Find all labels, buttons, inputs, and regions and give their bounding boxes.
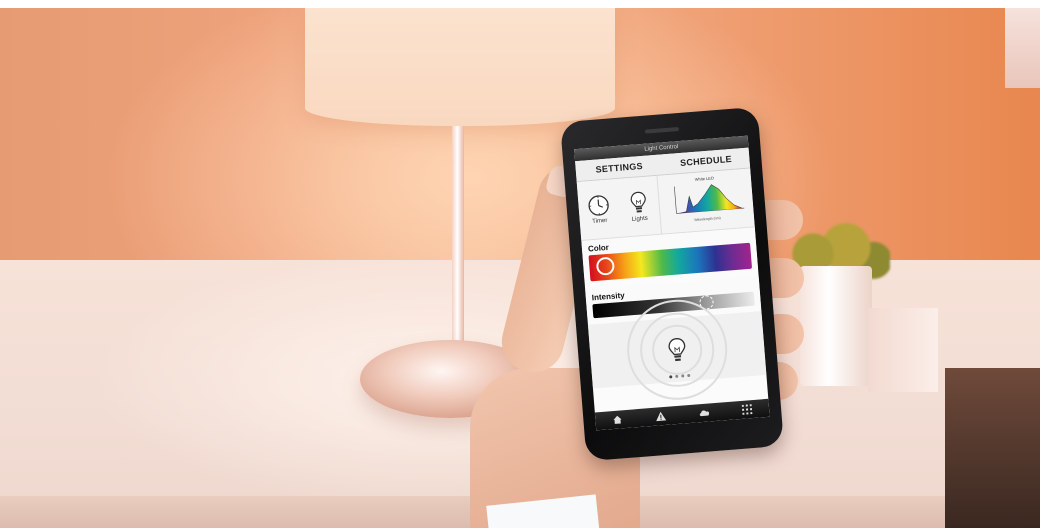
color-slider-knob[interactable] [595,256,616,276]
spectrum-tile[interactable]: White LED Wavelength (nm) [657,169,754,234]
clock-icon [588,195,609,216]
tile-group: Timer Lights [576,175,663,240]
phone-screen: Light Control SETTINGS SCHEDULE Timer Li… [574,135,770,431]
grid-icon[interactable] [741,403,754,416]
phone-speaker [644,126,680,134]
lightbulb-icon[interactable] [666,335,688,364]
page-dot[interactable] [674,374,678,379]
light-toggle-area[interactable] [587,296,767,404]
lightbulb-icon [630,191,646,213]
dark-box [945,368,1040,528]
photo-background: Light Control SETTINGS SCHEDULE Timer Li… [0,8,1040,528]
plant-pot [800,266,872,386]
spectrum-xlabel: Wavelength (nm) [694,215,721,223]
spectrum-chart [673,184,744,214]
timer-tile[interactable]: Timer [577,179,621,240]
warning-icon[interactable] [654,410,667,423]
page-dot[interactable] [680,374,684,378]
decor-block [868,308,938,392]
smartphone: Light Control SETTINGS SCHEDULE Timer Li… [559,106,785,462]
timer-label: Timer [592,217,608,226]
lights-tile[interactable]: Lights [617,176,661,237]
bottom-nav [594,398,770,431]
shelf-edge [1005,8,1040,88]
page-dot[interactable] [668,375,672,379]
lights-label: Lights [631,215,649,223]
lamp-shade [305,8,615,126]
home-icon[interactable] [611,413,624,426]
lamp-pole [452,126,464,361]
page-dot[interactable] [686,373,690,378]
cloud-icon[interactable] [698,406,711,419]
